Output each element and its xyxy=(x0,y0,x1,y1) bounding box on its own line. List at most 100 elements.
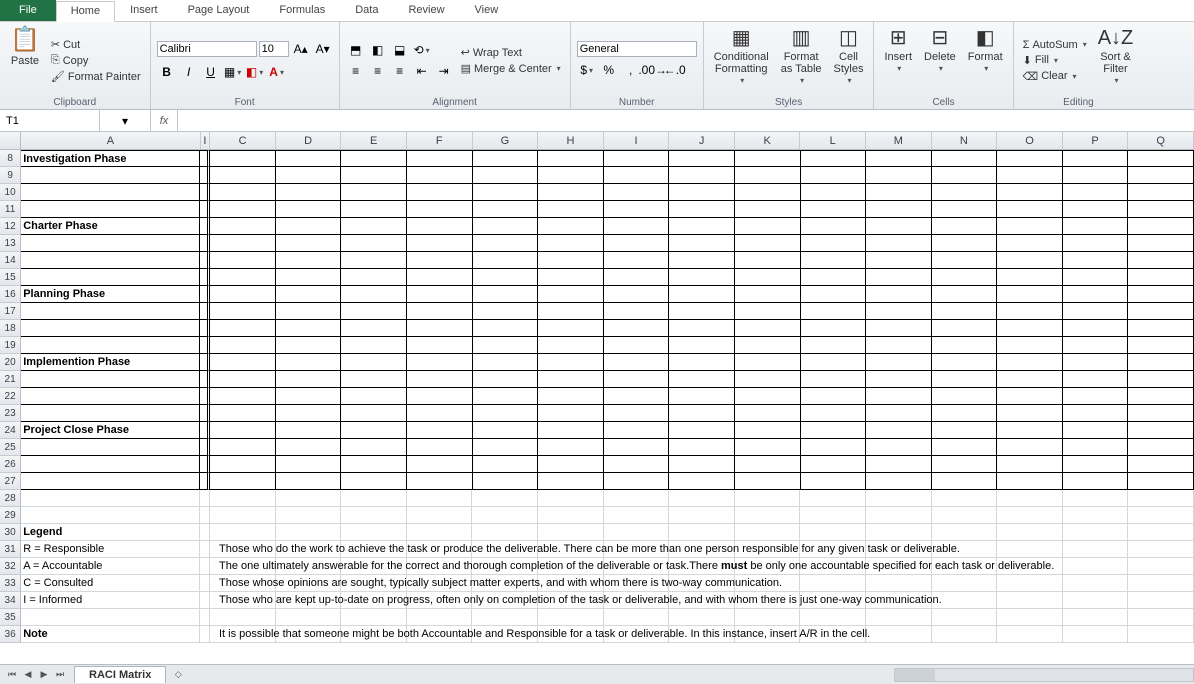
row-header[interactable]: 11 xyxy=(0,201,21,218)
cell[interactable] xyxy=(538,609,604,626)
cell[interactable] xyxy=(1128,575,1194,592)
cell[interactable] xyxy=(341,371,407,388)
cell[interactable] xyxy=(21,371,200,388)
row-header[interactable]: 23 xyxy=(0,405,21,422)
cell[interactable] xyxy=(801,371,867,388)
cell[interactable] xyxy=(210,303,276,320)
copy-button[interactable]: ⎘Copy xyxy=(48,53,144,68)
cell[interactable] xyxy=(1063,388,1129,405)
cell[interactable] xyxy=(932,337,998,354)
align-left-button[interactable]: ≡ xyxy=(346,61,366,81)
cell[interactable] xyxy=(997,286,1063,303)
cell[interactable]: Legend xyxy=(21,524,200,541)
cell[interactable] xyxy=(801,150,867,167)
sheet-tab-raci[interactable]: RACI Matrix xyxy=(74,666,166,683)
cell[interactable] xyxy=(669,286,735,303)
cell[interactable] xyxy=(1063,456,1129,473)
italic-button[interactable]: I xyxy=(179,62,199,82)
cell[interactable] xyxy=(604,201,670,218)
cell[interactable] xyxy=(801,303,867,320)
cell[interactable] xyxy=(735,320,801,337)
currency-button[interactable]: $ xyxy=(577,60,597,80)
cell[interactable] xyxy=(276,303,342,320)
cell[interactable] xyxy=(997,388,1063,405)
cell[interactable] xyxy=(200,473,210,490)
col-header[interactable]: N xyxy=(932,132,998,149)
cell[interactable] xyxy=(604,507,670,524)
fx-icon[interactable]: fx xyxy=(151,115,177,127)
cell[interactable] xyxy=(341,320,407,337)
cell[interactable] xyxy=(473,439,539,456)
row-header[interactable]: 26 xyxy=(0,456,21,473)
cell[interactable] xyxy=(866,337,932,354)
bold-button[interactable]: B xyxy=(157,62,177,82)
cell[interactable] xyxy=(1063,558,1129,575)
cell[interactable] xyxy=(800,524,866,541)
cell[interactable] xyxy=(735,456,801,473)
cell[interactable] xyxy=(1063,337,1129,354)
cell[interactable] xyxy=(604,439,670,456)
cell[interactable] xyxy=(932,218,998,235)
cell[interactable] xyxy=(210,354,276,371)
cell[interactable] xyxy=(210,473,276,490)
cell[interactable] xyxy=(407,524,473,541)
cell[interactable] xyxy=(538,269,604,286)
tab-data[interactable]: Data xyxy=(340,0,393,21)
cell[interactable] xyxy=(997,524,1063,541)
cell[interactable] xyxy=(604,303,670,320)
row-header[interactable]: 13 xyxy=(0,235,21,252)
cell[interactable] xyxy=(21,201,200,218)
cut-button[interactable]: ✂Cut xyxy=(48,37,144,52)
decrease-font-button[interactable]: A▾ xyxy=(313,39,333,59)
name-box[interactable]: T1 xyxy=(0,110,100,131)
cell[interactable] xyxy=(866,507,932,524)
cell[interactable] xyxy=(473,303,539,320)
cell[interactable] xyxy=(866,490,932,507)
tab-file[interactable]: File xyxy=(0,0,56,21)
cell[interactable] xyxy=(200,252,210,269)
cell[interactable] xyxy=(801,456,867,473)
cell[interactable] xyxy=(473,405,539,422)
cell[interactable] xyxy=(407,337,473,354)
align-bottom-button[interactable]: ⬓ xyxy=(390,40,410,60)
cell[interactable] xyxy=(800,575,866,592)
cell[interactable] xyxy=(538,422,604,439)
cell[interactable] xyxy=(866,626,932,643)
cell[interactable] xyxy=(735,337,801,354)
increase-font-button[interactable]: A▴ xyxy=(291,39,311,59)
cell[interactable] xyxy=(669,235,735,252)
increase-indent-button[interactable]: ⇥ xyxy=(434,61,454,81)
cell[interactable] xyxy=(473,337,539,354)
cell[interactable] xyxy=(932,626,998,643)
cell[interactable] xyxy=(341,201,407,218)
cell[interactable] xyxy=(604,320,670,337)
cell[interactable] xyxy=(866,167,932,184)
cell[interactable] xyxy=(932,439,998,456)
cell[interactable] xyxy=(200,201,210,218)
cell[interactable] xyxy=(200,541,210,558)
cell[interactable] xyxy=(341,524,407,541)
cell[interactable] xyxy=(1063,575,1129,592)
cell[interactable] xyxy=(407,269,473,286)
cell[interactable] xyxy=(1063,541,1129,558)
row-header[interactable]: 35 xyxy=(0,609,21,626)
cell[interactable] xyxy=(473,252,539,269)
col-header[interactable]: I xyxy=(201,132,211,149)
cell[interactable] xyxy=(866,184,932,201)
cell[interactable] xyxy=(1128,439,1194,456)
cell[interactable] xyxy=(669,167,735,184)
cell[interactable] xyxy=(276,150,342,167)
tab-view[interactable]: View xyxy=(460,0,514,21)
cell[interactable] xyxy=(538,405,604,422)
cell[interactable] xyxy=(210,337,276,354)
cell[interactable] xyxy=(21,184,200,201)
row-header[interactable]: 20 xyxy=(0,354,21,371)
cell[interactable] xyxy=(735,524,801,541)
cell[interactable] xyxy=(407,201,473,218)
cell[interactable] xyxy=(1128,235,1194,252)
cell[interactable] xyxy=(200,405,210,422)
cell[interactable] xyxy=(866,473,932,490)
cell[interactable] xyxy=(341,184,407,201)
tab-formulas[interactable]: Formulas xyxy=(264,0,340,21)
cell[interactable] xyxy=(1063,303,1129,320)
